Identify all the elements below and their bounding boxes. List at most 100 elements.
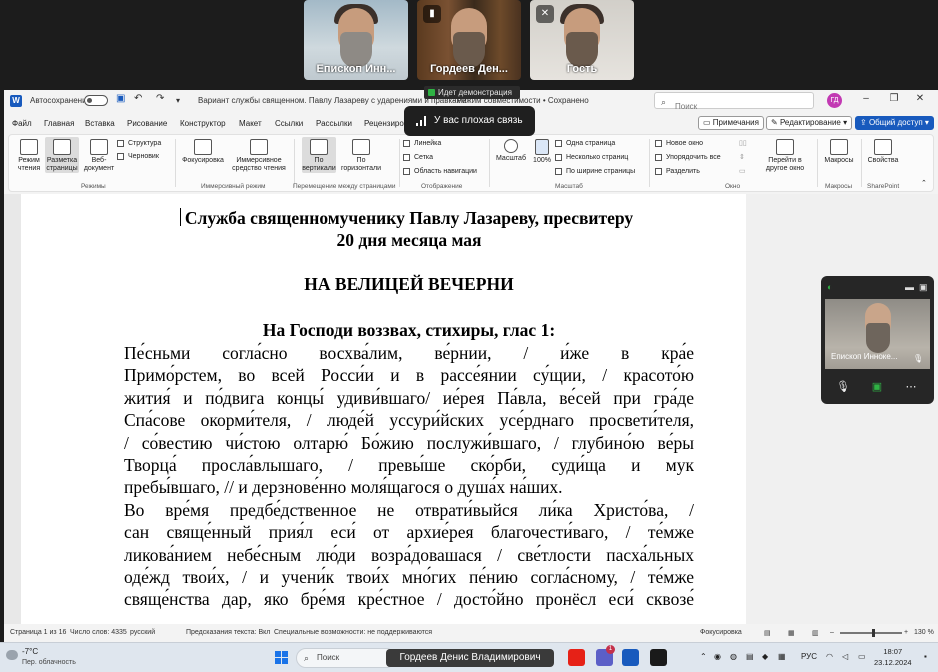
zoom-out-icon[interactable]: – [830,629,834,636]
page-width-button[interactable]: По ширине страницы [555,167,635,176]
print-layout-button[interactable]: Разметка страницы [45,137,79,173]
share-screen-icon[interactable]: ▣ [869,380,885,393]
tab-file[interactable]: Файл [12,119,32,128]
meeting-app-icon[interactable] [650,649,667,666]
tab-draw[interactable]: Рисование [127,119,167,128]
battery-icon[interactable]: ▭ [858,652,866,661]
focus-button[interactable]: Фокусировка [179,139,227,165]
doc-subheading: На Господи воззвах, стихиры, глас 1: [262,320,556,340]
gridlines-checkbox[interactable]: Сетка [403,153,433,162]
outline-button[interactable]: Структура [117,139,161,148]
checkbox-icon [403,139,410,147]
document-page[interactable]: Служба священномученику Павлу Лазареву, … [21,194,746,624]
save-icon[interactable]: ▣ [116,93,125,104]
read-mode-icon[interactable]: ▤ [764,629,771,637]
tab-mailings[interactable]: Рассылки [316,119,352,128]
language-indicator[interactable]: русский [130,629,155,636]
tray-app-icon[interactable]: ◉ [714,652,721,661]
comments-button[interactable]: ▭ Примечания [698,116,764,130]
accessibility-status[interactable]: Специальные возможности: не поддерживают… [274,629,432,636]
group-label: Иммерсивный режим [201,183,266,190]
tray-app-icon[interactable]: ▤ [746,652,754,661]
undo-icon[interactable]: ↶ [134,93,142,104]
tab-design[interactable]: Конструктор [180,119,226,128]
focus-mode-button[interactable]: Фокусировка [700,629,742,636]
self-view-panel[interactable]: ◐ ▬ ▣ Епископ Инноке... 🎙 🎙 ▣ ⋯ [821,276,934,404]
view-ribbon: Режим чтения Разметка страницы Веб- доку… [8,134,934,192]
navigation-pane-checkbox[interactable]: Область навигации [403,167,477,176]
tab-layout[interactable]: Макет [239,119,262,128]
one-page-button[interactable]: Одна страница [555,139,615,148]
participant-tile[interactable]: ▮ Гордеев Ден... [417,0,521,80]
side-to-side-button[interactable]: По горизонтали [341,139,381,173]
notifications-icon[interactable]: ▪ [924,652,927,661]
new-window-button[interactable]: Новое окно [655,139,703,148]
document-area[interactable]: Служба священномученику Павлу Лазареву, … [4,194,938,624]
taskbar-search[interactable]: ⌕ Поиск [296,648,396,668]
tray-app-icon[interactable]: ◆ [762,652,768,661]
user-avatar[interactable]: ГД [827,93,842,108]
autosave-toggle[interactable] [84,95,108,106]
tray-app-icon[interactable]: ▦ [778,652,786,661]
web-layout-button[interactable]: Веб- документ [83,139,115,173]
zoom-slider[interactable] [840,629,902,637]
participant-tile[interactable]: Епископ Инн... [304,0,408,80]
sync-scroll-icon[interactable]: ⇕ [739,153,745,162]
reset-position-icon[interactable]: ▭ [739,167,746,176]
participant-name: Гордеев Ден... [430,63,508,75]
redo-icon[interactable]: ↷ [156,93,164,104]
expand-panel-icon[interactable]: ▣ [919,282,928,293]
screen-share-banner[interactable]: Идет демонстрация [424,86,520,99]
minimize-panel-icon[interactable]: ▬ [905,282,914,292]
split-button[interactable]: Разделить [655,167,700,176]
restore-icon[interactable]: ❐ [886,93,902,104]
switch-windows-button[interactable]: Перейти в другое окно [757,139,813,173]
volume-icon[interactable]: ◁ [842,652,848,661]
tab-insert[interactable]: Вставка [85,119,115,128]
share-button[interactable]: ⇪ Общий доступ ▾ [855,116,934,130]
zoom-button[interactable]: Масштаб [493,139,529,163]
page-indicator[interactable]: Страница 1 из 16 [10,629,66,636]
more-options-icon[interactable]: ⋯ [903,380,919,393]
web-layout-icon[interactable]: ▥ [812,629,819,637]
read-mode-button[interactable]: Режим чтения [15,139,43,173]
share-indicator-icon [428,89,435,96]
text-predictions-status[interactable]: Предсказания текста: Вкл [186,629,270,636]
print-layout-icon[interactable]: ▦ [788,629,795,637]
properties-button[interactable]: Свойства [865,139,901,165]
immersive-reader-button[interactable]: Иммерсивное средство чтения [229,139,289,173]
tray-app-icon[interactable]: ◍ [730,652,737,661]
windows-start-icon[interactable] [275,651,288,664]
tray-chevron-icon[interactable]: ⌃ [700,652,707,661]
tab-references[interactable]: Ссылки [275,119,303,128]
search-box[interactable]: ⌕ Поиск [654,92,814,111]
word-app-icon[interactable] [622,649,639,666]
participant-tile[interactable]: ✕ Гость [530,0,634,80]
close-icon[interactable]: ✕ [912,93,928,104]
arrange-all-button[interactable]: Упорядочить все [655,153,721,162]
tab-review[interactable]: Рецензиро [364,119,404,128]
wifi-icon[interactable]: ◠ [826,652,833,661]
macros-button[interactable]: Макросы [821,139,857,165]
input-language[interactable]: РУС [801,652,817,661]
editing-button[interactable]: ✎ Редактирование ▾ [766,116,853,130]
collapse-ribbon-icon[interactable]: ⌃ [921,179,927,188]
tab-home[interactable]: Главная [44,119,74,128]
weather-widget[interactable]: -7°C Пер. облачность [22,646,76,668]
zoom-in-icon[interactable]: + [904,629,908,636]
ruler-checkbox[interactable]: Линейка [403,139,441,148]
draft-button[interactable]: Черновик [117,152,159,161]
youtube-icon[interactable] [568,649,585,666]
vertical-paging-button[interactable]: По вертикали [302,137,336,173]
zoom-level[interactable]: 130 % [914,629,934,636]
zoom-100-button[interactable]: 100% [531,139,553,165]
microphone-icon[interactable]: 🎙 [835,380,851,393]
multiple-pages-button[interactable]: Несколько страниц [555,153,628,162]
clock[interactable]: 18:07 23.12.2024 [874,646,912,668]
minimize-icon[interactable]: – [858,93,874,104]
doc-line: Творца́ просла́влышаго, / превы́ше ско́р… [124,455,694,475]
word-count[interactable]: Число слов: 4335 [70,629,127,636]
side-by-side-icon[interactable]: ▯▯ [739,139,747,148]
mic-muted-icon: ✕ [536,5,554,23]
quick-access-chevron-icon[interactable]: ▾ [176,96,180,105]
